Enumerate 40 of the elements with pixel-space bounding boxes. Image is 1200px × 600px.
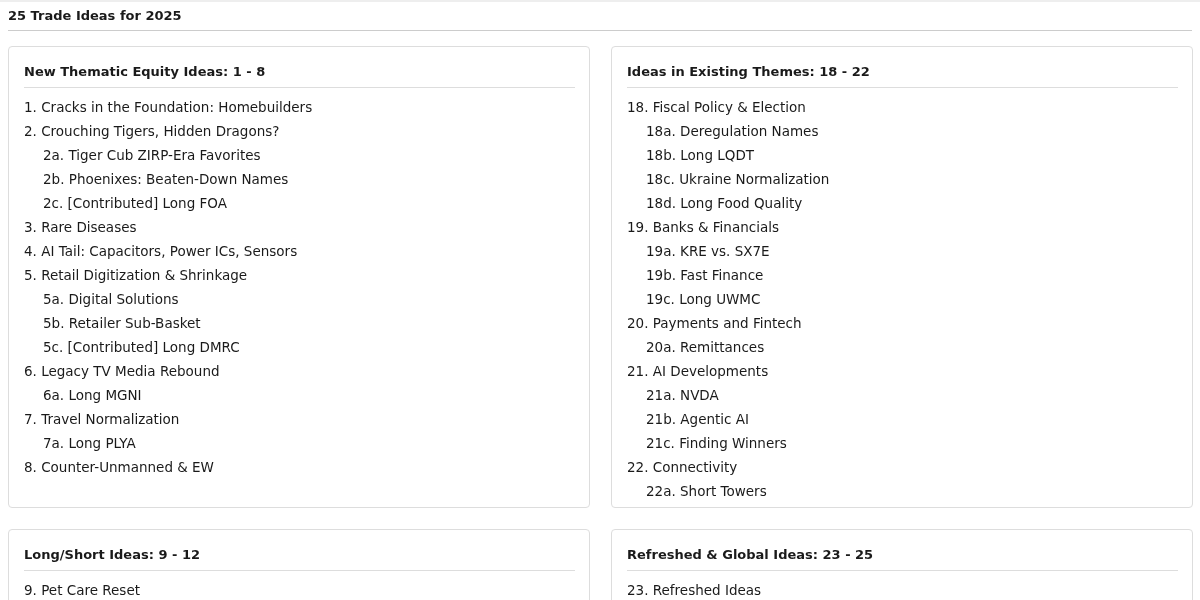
sub-idea-item: 18c. Ukraine Normalization: [646, 170, 830, 189]
page-title: 25 Trade Ideas for 2025: [8, 2, 1192, 31]
sub-idea-item: 21b. Agentic AI: [646, 410, 749, 429]
idea-item: 6. Legacy TV Media Rebound: [24, 362, 220, 381]
sub-idea-item: 21a. NVDA: [646, 386, 719, 405]
section-heading: Ideas in Existing Themes: 18 - 22: [627, 63, 1178, 88]
idea-item: 20. Payments and Fintech: [627, 314, 802, 333]
section-heading: New Thematic Equity Ideas: 1 - 8: [24, 63, 575, 88]
sub-idea-item: 18b. Long LQDT: [646, 146, 755, 165]
sub-idea-item: 19b. Fast Finance: [646, 266, 764, 285]
idea-item: 1. Cracks in the Foundation: Homebuilders: [24, 98, 313, 117]
idea-item: 21. AI Developments: [627, 362, 769, 381]
sub-idea-item: 18a. Deregulation Names: [646, 122, 819, 141]
section-heading: Long/Short Ideas: 9 - 12: [24, 546, 575, 571]
sub-idea-item: 21c. Finding Winners: [646, 434, 787, 453]
sub-idea-item: 6a. Long MGNI: [43, 386, 142, 405]
idea-item: 3. Rare Diseases: [24, 218, 137, 237]
idea-item: 18. Fiscal Policy & Election: [627, 98, 806, 117]
sub-idea-item: 19a. KRE vs. SX7E: [646, 242, 770, 261]
sub-idea-item: 20a. Remittances: [646, 338, 765, 357]
sub-idea-item: 2a. Tiger Cub ZIRP-Era Favorites: [43, 146, 261, 165]
sub-idea-item: 5b. Retailer Sub-Basket: [43, 314, 201, 333]
sub-idea-item: 19c. Long UWMC: [646, 290, 761, 309]
sub-idea-item: 2b. Phoenixes: Beaten-Down Names: [43, 170, 289, 189]
idea-item: 4. AI Tail: Capacitors, Power ICs, Sensors: [24, 242, 298, 261]
sub-idea-item: 7a. Long PLYA: [43, 434, 136, 453]
sub-idea-item: 5c. [Contributed] Long DMRC: [43, 338, 240, 357]
sub-idea-item: 18d. Long Food Quality: [646, 194, 803, 213]
sub-idea-item: 2c. [Contributed] Long FOA: [43, 194, 227, 213]
idea-item: 22. Connectivity: [627, 458, 738, 477]
sub-idea-item: 5a. Digital Solutions: [43, 290, 179, 309]
idea-item: 9. Pet Care Reset: [24, 581, 140, 600]
idea-item: 7. Travel Normalization: [24, 410, 180, 429]
idea-item: 19. Banks & Financials: [627, 218, 779, 237]
section-heading: Refreshed & Global Ideas: 23 - 25: [627, 546, 1178, 571]
idea-item: 5. Retail Digitization & Shrinkage: [24, 266, 248, 285]
sub-idea-item: 22a. Short Towers: [646, 482, 767, 501]
idea-item: 8. Counter-Unmanned & EW: [24, 458, 214, 477]
idea-item: 23. Refreshed Ideas: [627, 581, 762, 600]
idea-item: 2. Crouching Tigers, Hidden Dragons?: [24, 122, 280, 141]
